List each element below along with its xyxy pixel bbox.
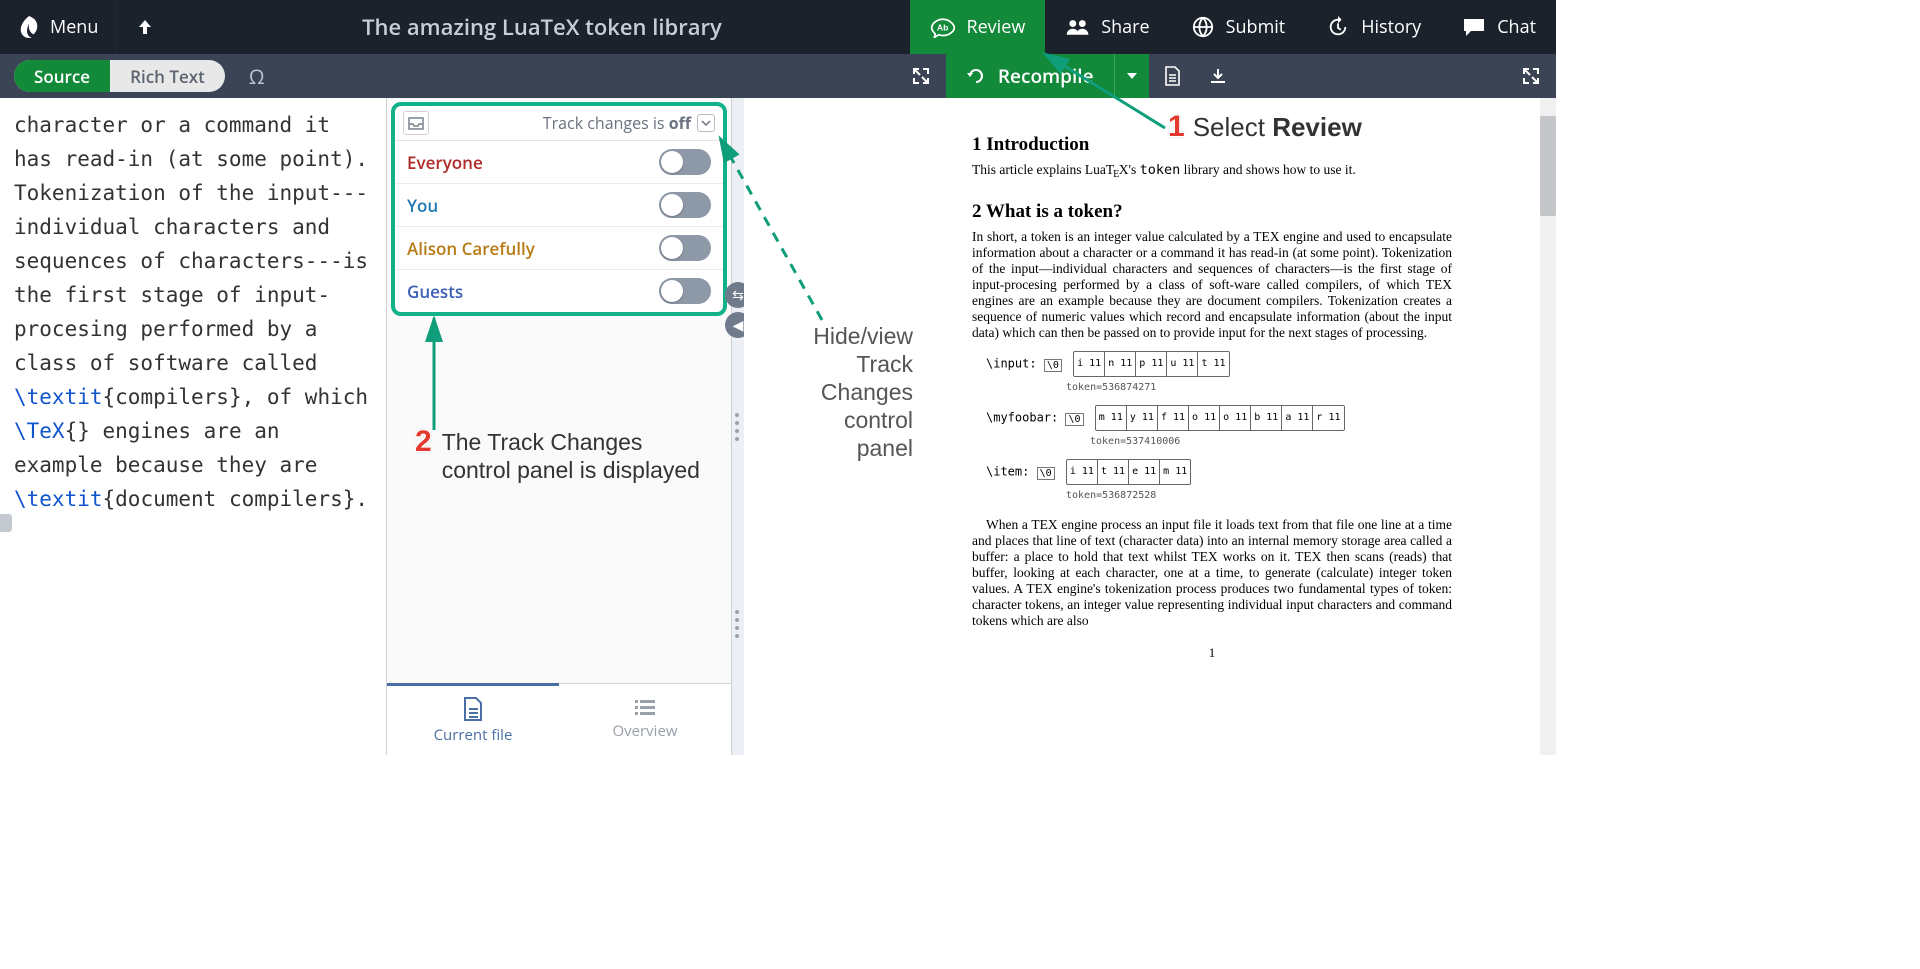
scrollbar-thumb[interactable] <box>1540 116 1556 216</box>
share-label: Share <box>1101 15 1149 39</box>
source-editor[interactable]: character or a command it has read-in (a… <box>0 98 386 755</box>
tab-label: Current file <box>434 725 513 745</box>
expand-icon <box>1522 67 1540 85</box>
symbol-palette-button[interactable]: Ω <box>235 63 279 90</box>
main-area: character or a command it has read-in (a… <box>0 98 1556 755</box>
list-icon <box>634 698 656 718</box>
pdf-expand-button[interactable] <box>1522 67 1556 85</box>
top-navbar: Menu The amazing LuaTeX token library Ab… <box>0 0 1556 54</box>
editor-text: {compilers}, of which <box>103 385 369 409</box>
editor-text: {document compilers}. <box>103 487 369 511</box>
track-changes-header: Track changes is off <box>395 106 723 141</box>
editor-command: \textit <box>14 487 103 511</box>
project-title[interactable]: The amazing LuaTeX token library <box>173 0 910 54</box>
editor-command: \textit <box>14 385 103 409</box>
splitter-grip-icon <box>735 610 741 638</box>
share-button[interactable]: Share <box>1045 0 1169 54</box>
recompile-label: Recompile <box>998 63 1094 89</box>
globe-icon <box>1190 16 1216 38</box>
track-changes-status: Track changes is off <box>543 112 691 134</box>
history-button[interactable]: History <box>1305 0 1441 54</box>
history-icon <box>1325 16 1351 38</box>
tc-row-guests: Guests <box>395 270 723 312</box>
current-file-tab[interactable]: Current file <box>387 683 559 755</box>
upload-button[interactable] <box>116 0 173 54</box>
leaf-icon <box>18 14 40 40</box>
chevron-down-icon <box>701 119 711 127</box>
tc-row-alison: Alison Carefully <box>395 227 723 270</box>
tc-label: Alison Carefully <box>407 237 535 260</box>
chat-button[interactable]: Chat <box>1441 0 1556 54</box>
recompile-dropdown[interactable] <box>1114 54 1149 98</box>
editor-expand-button[interactable] <box>912 67 946 85</box>
editor-toolbar: Source Rich Text Ω Recompile <box>0 54 1556 98</box>
review-icon: Ab <box>930 16 956 38</box>
tc-toggle-everyone[interactable] <box>659 149 711 175</box>
svg-text:Ab: Ab <box>937 22 949 32</box>
tc-label: You <box>407 194 438 217</box>
comments-inbox-button[interactable] <box>403 111 429 135</box>
file-icon <box>1163 66 1181 86</box>
splitter-grip-icon <box>735 413 741 441</box>
tab-label: Overview <box>612 721 677 741</box>
track-changes-panel: Track changes is off Everyone You Alison… <box>391 102 727 316</box>
recompile-button[interactable]: Recompile <box>946 54 1114 98</box>
chevron-down-icon <box>1127 73 1137 79</box>
pane-splitter[interactable]: ⇆ ◀ <box>732 98 744 755</box>
review-button[interactable]: Ab Review <box>910 0 1045 54</box>
tc-toggle-you[interactable] <box>659 192 711 218</box>
logs-button[interactable] <box>1149 66 1195 86</box>
download-icon <box>1209 67 1227 85</box>
up-arrow-icon <box>137 18 153 36</box>
source-tab[interactable]: Source <box>14 60 110 92</box>
tc-toggle-alison[interactable] <box>659 235 711 261</box>
review-label: Review <box>966 15 1025 39</box>
inbox-icon <box>408 117 424 130</box>
tc-label: Everyone <box>407 151 483 174</box>
pdf-heading: 2 What is a token? <box>972 201 1452 223</box>
submit-label: Submit <box>1226 15 1286 39</box>
rich-text-tab[interactable]: Rich Text <box>110 60 225 92</box>
file-icon <box>462 696 484 722</box>
pdf-page-number: 1 <box>972 645 1452 661</box>
recompile-group: Recompile <box>946 54 1149 98</box>
tc-row-everyone: Everyone <box>395 141 723 184</box>
editor-command: \TeX <box>14 419 65 443</box>
menu-label: Menu <box>50 15 98 39</box>
menu-button[interactable]: Menu <box>0 0 116 54</box>
tc-label: Guests <box>407 280 463 303</box>
pdf-heading: 1 Introduction <box>972 134 1452 156</box>
pdf-preview[interactable]: 1 Introduction This article explains Lua… <box>744 98 1556 755</box>
people-icon <box>1065 16 1091 38</box>
editor-mode-toggle: Source Rich Text <box>14 60 225 92</box>
review-panel: Track changes is off Everyone You Alison… <box>386 98 732 755</box>
nav-actions: Ab Review Share Submit History Chat <box>910 0 1556 54</box>
pdf-token-diagram: \input: \0 i 11n 11p 11u 11t 11 token=53… <box>986 351 1452 507</box>
review-panel-tabs: Current file Overview <box>387 683 731 755</box>
history-label: History <box>1361 15 1421 39</box>
pdf-paragraph: In short, a token is an integer value ca… <box>972 229 1452 341</box>
expand-icon <box>912 67 930 85</box>
tc-toggle-guests[interactable] <box>659 278 711 304</box>
pdf-paragraph: When a TEX engine process an input file … <box>972 517 1452 629</box>
download-button[interactable] <box>1195 67 1241 85</box>
pdf-paragraph: This article explains LuaTEX's token lib… <box>972 162 1452 183</box>
overview-tab[interactable]: Overview <box>559 684 731 755</box>
tc-row-you: You <box>395 184 723 227</box>
submit-button[interactable]: Submit <box>1170 0 1306 54</box>
editor-text: character or a command it has read-in (a… <box>14 113 368 375</box>
track-changes-toggle-button[interactable] <box>697 114 715 132</box>
pdf-scrollbar[interactable] <box>1540 98 1556 755</box>
chat-icon <box>1461 16 1487 38</box>
chat-label: Chat <box>1497 15 1536 39</box>
refresh-icon <box>966 66 986 86</box>
